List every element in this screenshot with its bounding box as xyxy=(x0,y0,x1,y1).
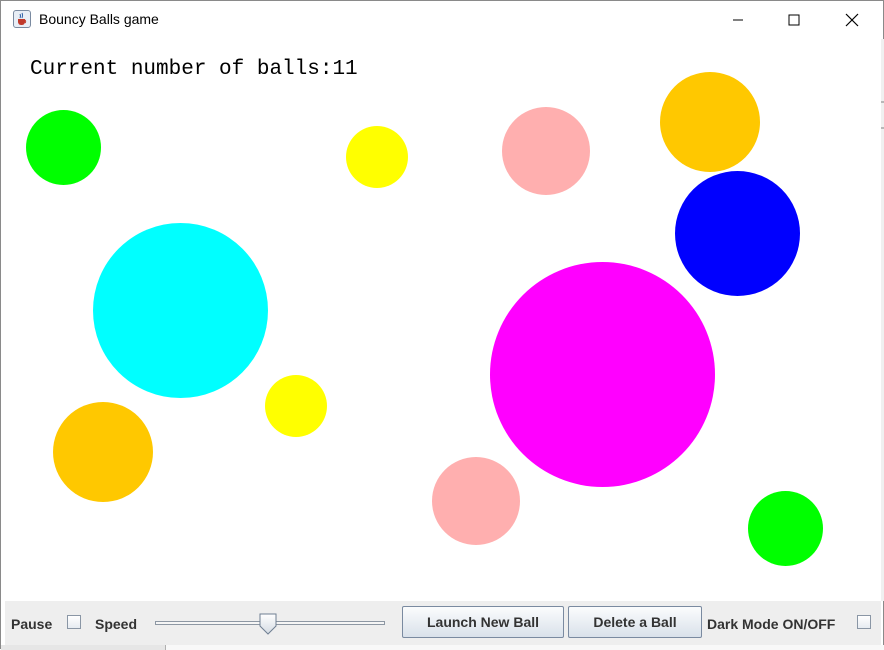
ball-count-label: Current number of balls:11 xyxy=(30,58,358,81)
window-title: Bouncy Balls game xyxy=(39,11,159,27)
ball xyxy=(432,457,520,545)
slider-thumb[interactable] xyxy=(258,613,278,635)
minimize-button[interactable] xyxy=(709,1,767,39)
game-canvas[interactable]: Current number of balls:11 xyxy=(5,39,881,601)
ball xyxy=(660,72,760,172)
ball xyxy=(346,126,408,188)
background-console-strip xyxy=(165,645,884,650)
dark-mode-label: Dark Mode ON/OFF xyxy=(707,616,836,632)
close-icon xyxy=(845,13,859,27)
control-panel: Pause Speed Launch New Ball Delete a Bal… xyxy=(5,601,881,645)
speed-label: Speed xyxy=(95,616,138,632)
ball xyxy=(490,262,715,487)
ball xyxy=(748,491,823,566)
maximize-icon xyxy=(788,14,800,26)
ball xyxy=(26,110,101,185)
speed-slider[interactable] xyxy=(153,611,389,637)
ball xyxy=(93,223,268,398)
close-button[interactable] xyxy=(823,1,881,39)
minimize-icon xyxy=(733,19,743,21)
ball xyxy=(502,107,590,195)
maximize-button[interactable] xyxy=(765,1,823,39)
ball xyxy=(675,171,800,296)
title-bar[interactable]: Bouncy Balls game xyxy=(1,1,883,39)
dark-mode-checkbox[interactable] xyxy=(857,615,871,629)
pause-label: Pause xyxy=(11,616,53,632)
app-window: Bouncy Balls game Current number of ball… xyxy=(0,0,884,650)
pause-checkbox[interactable] xyxy=(67,615,81,629)
ball xyxy=(265,375,327,437)
launch-new-ball-button[interactable]: Launch New Ball xyxy=(402,606,564,638)
ball xyxy=(53,402,153,502)
java-cup-icon xyxy=(13,10,31,28)
delete-ball-button[interactable]: Delete a Ball xyxy=(568,606,702,638)
